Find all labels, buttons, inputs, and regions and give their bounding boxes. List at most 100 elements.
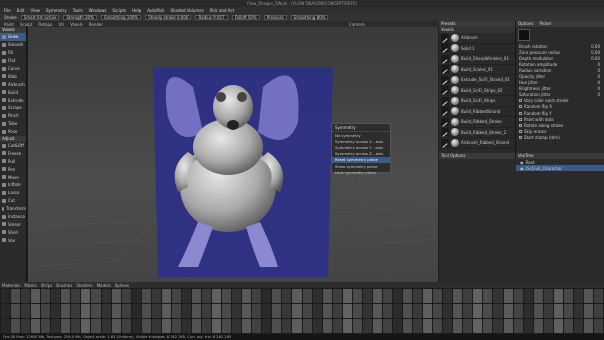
alpha-thumbnail[interactable]: [292, 319, 302, 333]
tool-lasso[interactable]: Lasso: [0, 189, 26, 197]
alpha-thumbnail[interactable]: [111, 304, 121, 318]
tab-tool-options[interactable]: Tool Options: [441, 153, 465, 159]
preset-item[interactable]: Airbrush: [439, 33, 515, 44]
alpha-thumbnail[interactable]: [543, 289, 553, 303]
alpha-thumbnail[interactable]: [342, 304, 352, 318]
alpha-thumbnail[interactable]: [453, 289, 463, 303]
pressure-toggle[interactable]: Pressure: [263, 15, 287, 20]
alpha-thumbnail[interactable]: [71, 289, 81, 303]
alpha-thumbnail[interactable]: [191, 319, 201, 333]
alpha-thumbnail[interactable]: [583, 319, 593, 333]
alpha-thumbnail[interactable]: [232, 319, 242, 333]
checkbox[interactable]: [519, 129, 522, 133]
alpha-thumbnail[interactable]: [282, 319, 292, 333]
checkbox[interactable]: [519, 117, 522, 121]
tool-smooth[interactable]: Smooth: [0, 41, 26, 49]
alpha-thumbnail[interactable]: [61, 289, 71, 303]
alpha-thumbnail[interactable]: [392, 304, 402, 318]
tool-pose[interactable]: Pose: [0, 128, 26, 136]
brush-alpha-preview[interactable]: [518, 29, 530, 41]
alpha-thumbnail[interactable]: [272, 319, 282, 333]
alpha-thumbnail[interactable]: [202, 319, 212, 333]
preset-item[interactable]: Extrude_SciFi_Strand_01: [439, 75, 515, 86]
alpha-thumbnail[interactable]: [503, 319, 513, 333]
tool-blob[interactable]: Blob: [0, 72, 26, 80]
alpha-thumbnail[interactable]: [503, 289, 513, 303]
tab-picker[interactable]: Picker: [539, 21, 551, 27]
strength-field[interactable]: Strength 20%: [63, 15, 97, 20]
alpha-thumbnail[interactable]: [31, 319, 41, 333]
alpha-thumbnail[interactable]: [171, 289, 181, 303]
alpha-thumbnail[interactable]: [573, 289, 583, 303]
tool-pull[interactable]: Pull: [0, 157, 26, 165]
tool-vox[interactable]: Vox: [0, 236, 26, 244]
menu-autopick[interactable]: AutoPick: [147, 8, 164, 13]
tab-masks[interactable]: Masks: [24, 283, 36, 288]
alpha-thumbnail[interactable]: [493, 289, 503, 303]
tab-models[interactable]: Models: [97, 283, 111, 288]
alpha-thumbnail[interactable]: [282, 289, 292, 303]
alpha-thumbnail[interactable]: [61, 304, 71, 318]
alpha-thumbnail[interactable]: [403, 289, 413, 303]
checkbox[interactable]: [519, 105, 522, 109]
alpha-thumbnail[interactable]: [121, 289, 131, 303]
alpha-thumbnail[interactable]: [352, 289, 362, 303]
tool-instance[interactable]: Instance: [0, 213, 26, 221]
alpha-thumbnail[interactable]: [252, 304, 262, 318]
alpha-thumbnail[interactable]: [81, 304, 91, 318]
alpha-thumbnail[interactable]: [352, 304, 362, 318]
tool-airbrush[interactable]: Airbrush: [0, 80, 26, 88]
alpha-thumbnail[interactable]: [362, 289, 372, 303]
alpha-thumbnail[interactable]: [161, 319, 171, 333]
option-value[interactable]: 0.00: [591, 56, 600, 61]
alpha-thumbnail[interactable]: [11, 319, 21, 333]
alpha-thumbnail[interactable]: [41, 319, 51, 333]
alpha-thumbnail[interactable]: [543, 319, 553, 333]
alpha-thumbnail[interactable]: [21, 289, 31, 303]
alpha-thumbnail[interactable]: [372, 289, 382, 303]
alpha-thumbnail[interactable]: [242, 319, 252, 333]
tool-build[interactable]: Build: [0, 88, 26, 96]
steady-stroke-field[interactable]: Steady stroke 0.000: [145, 15, 192, 20]
alpha-thumbnail[interactable]: [463, 289, 473, 303]
alpha-thumbnail[interactable]: [513, 289, 523, 303]
alpha-thumbnail[interactable]: [191, 304, 201, 318]
alpha-thumbnail[interactable]: [1, 304, 11, 318]
alpha-thumbnail[interactable]: [473, 304, 483, 318]
tool-tube[interactable]: Tube: [0, 120, 26, 128]
alpha-thumbnail[interactable]: [252, 289, 262, 303]
alpha-thumbnail[interactable]: [292, 289, 302, 303]
alpha-thumbnail[interactable]: [583, 304, 593, 318]
option-value[interactable]: 0.00: [591, 44, 600, 49]
alpha-thumbnail[interactable]: [493, 319, 503, 333]
alpha-thumbnail[interactable]: [362, 304, 372, 318]
preset-item[interactable]: Build_Scales_01: [439, 65, 515, 75]
tool-pinch[interactable]: Pinch: [0, 112, 26, 120]
menu-view[interactable]: View: [30, 8, 40, 13]
tool-move[interactable]: Move: [0, 173, 26, 181]
menu-tools[interactable]: Tools: [73, 8, 83, 13]
tab-shaders[interactable]: Shaders: [76, 283, 92, 288]
alpha-thumbnail[interactable]: [121, 319, 131, 333]
menu-scripts[interactable]: Scripts: [112, 8, 126, 13]
tab-voxels[interactable]: Voxels: [70, 22, 83, 27]
camera-label[interactable]: Camera: [349, 22, 365, 27]
option-value[interactable]: 0: [597, 68, 600, 73]
smoothing-field[interactable]: Smoothing 100%: [100, 15, 142, 20]
alpha-thumbnail[interactable]: [151, 304, 161, 318]
tab-materials[interactable]: Materials: [2, 283, 20, 288]
smart-list-toggle[interactable]: Smart list active: [20, 15, 60, 20]
menu-windows[interactable]: Windows: [89, 8, 107, 13]
tool-smear[interactable]: Smear: [0, 220, 26, 228]
preset-item[interactable]: Build_Ribbed_Stroke: [439, 117, 515, 128]
option-value[interactable]: 0.00: [591, 50, 600, 55]
tool-fill[interactable]: Fill: [0, 49, 26, 57]
alpha-thumbnail[interactable]: [212, 304, 222, 318]
alpha-thumbnail[interactable]: [433, 319, 443, 333]
alpha-thumbnail[interactable]: [443, 304, 453, 318]
alpha-thumbnail[interactable]: [533, 319, 543, 333]
alpha-thumbnail[interactable]: [483, 289, 493, 303]
preset-item[interactable]: Airbrush_Ribbed_Strand: [439, 138, 515, 149]
alpha-thumbnail[interactable]: [91, 289, 101, 303]
alpha-thumbnail[interactable]: [382, 304, 392, 318]
